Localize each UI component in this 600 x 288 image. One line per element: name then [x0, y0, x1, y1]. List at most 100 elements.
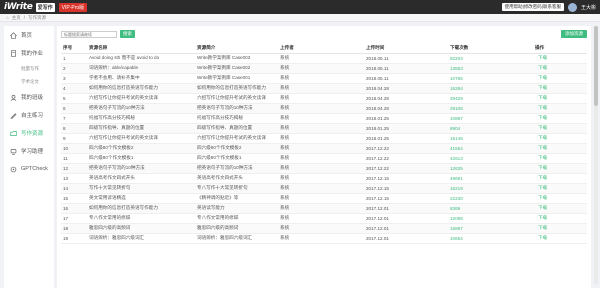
sidebar-item-home[interactable]: 首页	[4, 26, 54, 44]
resource-table: 序号 资源名称 资源简介 上传者 上传时间 下载次数 操作 1 Avoid doi…	[61, 43, 587, 244]
download-count: 15897	[450, 223, 535, 234]
download-link[interactable]: 下载	[535, 103, 587, 114]
avatar[interactable]	[567, 2, 577, 12]
col-index-header[interactable]: 序号	[61, 43, 89, 54]
upload-time: 2018.05.11	[366, 63, 450, 74]
row-index: 12	[61, 163, 89, 174]
download-link[interactable]: 下载	[535, 153, 587, 164]
upload-time: 2018.04.28	[366, 103, 450, 114]
download-count: 16284	[450, 83, 535, 94]
download-count: 8369	[450, 203, 535, 214]
user-name[interactable]: 王大彬	[581, 4, 596, 11]
download-link[interactable]: 下载	[535, 113, 587, 124]
download-link[interactable]: 下载	[535, 143, 587, 154]
table-row: 5 六招写作让你提升考试的英文读译 六招写作让你提升考试的英文读译 系统 2018.04…	[61, 93, 587, 104]
table-row: 7 托福写作高分技巧揭秘 托福写作高分技巧揭秘 系统 2018.01.25 10887 下载	[61, 113, 587, 124]
download-count: 13553	[450, 63, 535, 74]
row-index: 19	[61, 233, 89, 244]
sidebar-item-label: 学习助理	[21, 149, 44, 155]
upload-time: 2018.01.25	[366, 133, 450, 144]
sidebar-subitem-paper[interactable]: 学术论文	[4, 75, 54, 88]
upload-time: 2018.01.25	[366, 113, 450, 124]
vip-badge: VIP-Pro版	[58, 2, 88, 12]
home-icon[interactable]: ⌂	[6, 15, 9, 20]
col-uploader-header[interactable]: 上传者	[280, 43, 366, 54]
download-count: 8904	[450, 123, 535, 134]
col-intro-header[interactable]: 资源简介	[197, 43, 280, 54]
download-link[interactable]: 下载	[535, 133, 587, 144]
sidebar-item-label: 首页	[21, 33, 33, 39]
download-count: 16219	[450, 183, 535, 194]
sidebar-item-homework[interactable]: 我的作业	[4, 44, 54, 62]
logo[interactable]: iWrite	[4, 2, 33, 12]
table-header-row: 序号 资源名称 资源简介 上传者 上传时间 下载次数 操作	[61, 43, 587, 54]
resource-name: 英文常用谚语精选	[89, 193, 197, 204]
resource-name: 把英语句子写流的10种方法	[89, 163, 197, 174]
logo-subtitle: 爱写作	[35, 2, 55, 12]
scrollbar[interactable]	[594, 26, 598, 284]
resource-name: 英语高考作文四式开头	[89, 173, 197, 184]
download-link[interactable]: 下载	[535, 53, 587, 64]
sidebar-item-gptcheck[interactable]: GPTCheck	[4, 160, 54, 178]
resource-name: 写作十大常见转折句	[89, 183, 197, 194]
upload-time: 2017.12.01	[366, 213, 450, 224]
download-link[interactable]: 下载	[535, 193, 587, 204]
search-input[interactable]	[61, 30, 117, 38]
download-link[interactable]: 下载	[535, 223, 587, 234]
resource-name: 如何用你的信息打造英语写作能力	[89, 203, 197, 214]
sidebar-subitem-batch[interactable]: 批量写作	[4, 62, 54, 75]
upload-time: 2018.04.28	[366, 83, 450, 94]
col-name-header[interactable]: 资源名称	[89, 43, 197, 54]
uploader: 系统	[280, 223, 366, 234]
search-button[interactable]: 搜索	[120, 30, 135, 38]
download-link[interactable]: 下载	[535, 163, 587, 174]
row-index: 3	[61, 73, 89, 84]
download-count: 10654	[450, 233, 535, 244]
download-link[interactable]: 下载	[535, 83, 587, 94]
upload-time: 2018.05.11	[366, 73, 450, 84]
col-downloads-header[interactable]: 下载次数	[450, 43, 535, 54]
sidebar-item-assistant[interactable]: 学习助理	[4, 142, 54, 160]
sidebar-item-label: 我的作业	[21, 51, 44, 57]
download-link[interactable]: 下载	[535, 73, 587, 84]
upload-time: 2017.12.01	[366, 223, 450, 234]
download-link[interactable]: 下载	[535, 123, 587, 134]
download-link[interactable]: 下载	[535, 93, 587, 104]
table-row: 16 如何用你的信息打造英语写作能力 英语读写能力 系统 2017.12.01 8369 下…	[61, 203, 587, 214]
help-button[interactable]: 使用帮助|修改密码|联系客服	[501, 3, 564, 11]
download-link[interactable]: 下载	[535, 233, 587, 244]
uploader: 系统	[280, 183, 366, 194]
uploader: 系统	[280, 193, 366, 204]
row-index: 6	[61, 103, 89, 114]
download-link[interactable]: 下载	[535, 183, 587, 194]
col-time-header[interactable]: 上传时间	[366, 43, 450, 54]
sidebar-item-practice[interactable]: 自主练习	[4, 106, 54, 124]
resource-intro: 把英语句子写流的10种方法	[197, 103, 280, 114]
row-index: 1	[61, 53, 89, 64]
breadcrumb-home[interactable]: 主页	[12, 15, 21, 21]
sidebar-item-resources[interactable]: 写作资源	[4, 124, 54, 142]
resource-name: 学者不会用、请补齐集中	[89, 73, 197, 84]
add-resource-button[interactable]: 添加资源	[561, 30, 587, 38]
uploader: 系统	[280, 113, 366, 124]
resource-intro: 雅思四六级的高频词	[197, 223, 280, 234]
search-bar: 搜索	[61, 30, 135, 38]
download-link[interactable]: 下载	[535, 203, 587, 214]
uploader: 系统	[280, 203, 366, 214]
download-count: 49691	[450, 173, 535, 184]
download-link[interactable]: 下载	[535, 213, 587, 224]
download-count: 10887	[450, 113, 535, 124]
download-link[interactable]: 下载	[535, 63, 587, 74]
download-link[interactable]: 下载	[535, 173, 587, 184]
sidebar-item-class[interactable]: 我的班级	[4, 88, 54, 106]
table-row: 9 六招写作让你提升考试的英文读译 六招写作让你提升考试的英文读译 系统 2018.01…	[61, 133, 587, 144]
download-count: 41554	[450, 143, 535, 154]
resource-name: 词语辨析：雅思四六级词汇	[89, 233, 197, 244]
download-count: 42613	[450, 153, 535, 164]
resource-intro: 四级写作指导、真题的位置	[197, 123, 280, 134]
scrollbar-thumb[interactable]	[594, 26, 598, 106]
table-row: 18 雅思四六级的高频词 雅思四六级的高频词 系统 2017.12.01 15897 下载	[61, 223, 587, 234]
table-row: 1 Avoid doing sth 而不是 avoid to do Write教学案…	[61, 53, 587, 64]
resource-name: 如何用你的信息打造英语写作能力	[89, 83, 197, 94]
row-index: 18	[61, 223, 89, 234]
